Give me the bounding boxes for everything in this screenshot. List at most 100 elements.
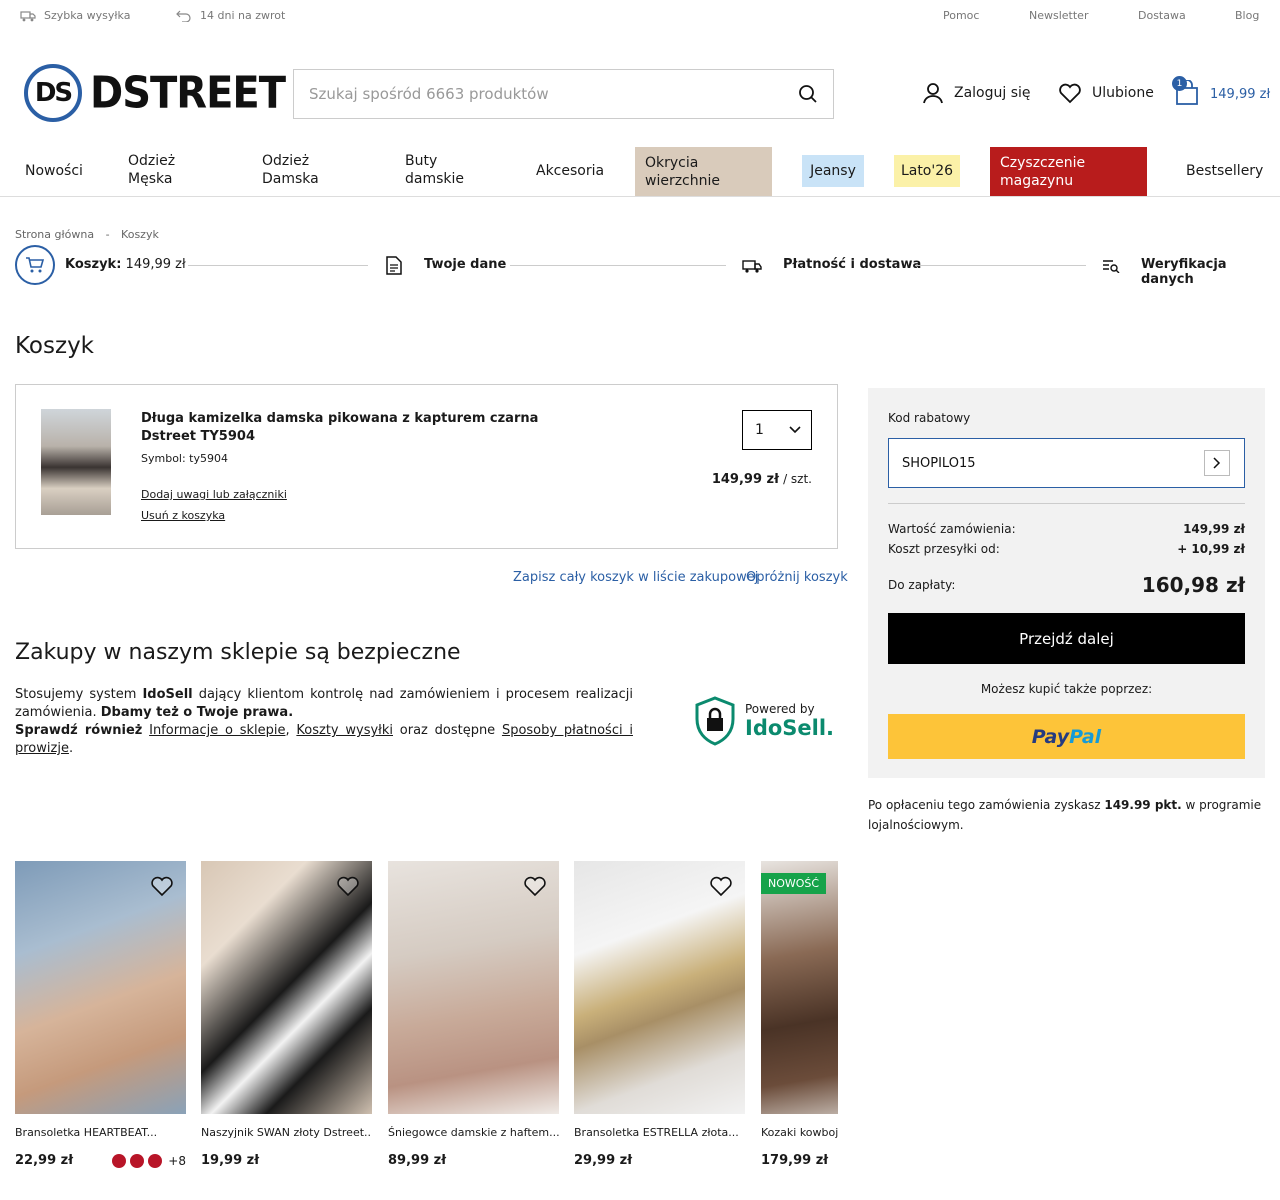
safe-shopping-title: Zakupy w naszym sklepie są bezpieczne	[15, 640, 461, 665]
empty-cart-link[interactable]: Opróżnij koszyk	[746, 570, 848, 585]
product-card[interactable]: NOWOŚĆ Kozaki kowboj 179,99 zł	[761, 861, 838, 1168]
coupon-submit-button[interactable]	[1204, 450, 1230, 476]
paypal-button[interactable]: Pay Pal	[888, 714, 1245, 759]
site-logo[interactable]: DS DSTREET	[24, 64, 286, 122]
order-value: 149,99 zł	[1183, 522, 1245, 536]
cart-count-badge: 1	[1172, 76, 1187, 91]
color-swatch[interactable]	[112, 1153, 127, 1168]
paypal-logo-pay: Pay	[1031, 725, 1070, 748]
summary-divider	[888, 503, 1245, 504]
favorites-link[interactable]: Ulubione	[1058, 82, 1154, 104]
product-card[interactable]: Śniegowce damskie z haftem... 89,99 zł	[388, 861, 559, 1168]
delivery-link[interactable]: Dostawa	[1138, 9, 1186, 22]
nav-women-shoes[interactable]: Buty damskie	[405, 152, 475, 188]
cart-link[interactable]: 1 149,99 zł	[1172, 76, 1270, 106]
login-label: Zaloguj się	[954, 85, 1031, 101]
search-bar	[293, 69, 834, 119]
product-name[interactable]: Naszyjnik SWAN złoty Dstreet...	[201, 1126, 372, 1139]
product-image[interactable]	[574, 861, 745, 1114]
add-note-link[interactable]: Dodaj uwagi lub załączniki	[141, 488, 287, 501]
more-colors-count[interactable]: +8	[168, 1154, 186, 1168]
search-input[interactable]	[294, 70, 783, 118]
product-name[interactable]: Długa kamizelka damska pikowana z kaptur…	[141, 410, 541, 446]
new-badge: NOWOŚĆ	[761, 873, 827, 894]
color-swatch[interactable]	[130, 1153, 145, 1168]
nav-outerwear[interactable]: Okrycia wierzchnie	[635, 147, 772, 196]
returns-info: 14 dni na zwrot	[176, 9, 285, 22]
nav-jeans[interactable]: Jeansy	[802, 155, 864, 187]
product-image[interactable]	[15, 861, 186, 1114]
remove-item-link[interactable]: Usuń z koszyka	[141, 509, 225, 522]
item-price: 149,99 zł / szt.	[712, 472, 812, 487]
shipping-costs-link[interactable]: Koszty wysyłki	[296, 723, 393, 738]
step-cart-value: 149,99 zł	[125, 257, 186, 272]
blog-link[interactable]: Blog	[1235, 9, 1259, 22]
user-icon	[923, 83, 943, 104]
product-image[interactable]: NOWOŚĆ	[761, 861, 838, 1114]
nav-accessories[interactable]: Akcesoria	[536, 162, 604, 180]
nav-bestsellers[interactable]: Bestsellery	[1186, 162, 1263, 180]
cart-total: 149,99 zł	[1210, 86, 1271, 102]
product-price-row: 22,99 zł +8	[15, 1153, 186, 1168]
product-image[interactable]	[201, 861, 372, 1114]
newsletter-link[interactable]: Newsletter	[1029, 9, 1088, 22]
recommended-products: Bransoletka HEARTBEAT... 22,99 zł +8 Nas…	[0, 861, 838, 1191]
page-title: Koszyk	[15, 333, 94, 359]
product-thumbnail[interactable]	[41, 409, 111, 515]
step-cart-label: Koszyk:	[65, 257, 122, 272]
nav-summer[interactable]: Lato'26	[894, 155, 960, 187]
color-swatch[interactable]	[148, 1153, 163, 1168]
product-name[interactable]: Bransoletka ESTRELLA złota...	[574, 1126, 745, 1139]
breadcrumb-separator: -	[105, 228, 110, 241]
order-value-label: Wartość zamówienia:	[888, 522, 1016, 536]
quantity-select[interactable]: 1	[742, 410, 812, 450]
shipping-label: Koszt przesyłki od:	[888, 542, 1000, 556]
logo-wordmark: DSTREET	[90, 67, 286, 119]
coupon-label: Kod rabatowy	[888, 411, 971, 425]
heart-icon[interactable]	[709, 875, 733, 897]
verify-list-icon	[1103, 260, 1120, 273]
idosell-wordmark: IdoSell.	[745, 716, 835, 740]
to-pay-row: Do zapłaty: 160,98 zł	[888, 573, 1245, 597]
product-card[interactable]: Naszyjnik SWAN złoty Dstreet... 19,99 zł	[201, 861, 372, 1168]
product-card[interactable]: Bransoletka ESTRELLA złota... 29,99 zł	[574, 861, 745, 1168]
color-swatches: +8	[112, 1153, 186, 1168]
product-card[interactable]: Bransoletka HEARTBEAT... 22,99 zł +8	[15, 861, 186, 1168]
loyalty-info: Po opłaceniu tego zamówienia zyskasz 149…	[868, 795, 1265, 835]
help-link[interactable]: Pomoc	[943, 9, 979, 22]
quantity-value: 1	[755, 422, 764, 438]
checkout-steps: Koszyk: 149,99 zł Twoje dane Płatność i …	[15, 245, 1265, 287]
nav-clearance[interactable]: Czyszczenie magazynu	[990, 147, 1147, 196]
heart-icon[interactable]	[523, 875, 547, 897]
heart-icon[interactable]	[150, 875, 174, 897]
step-divider	[510, 265, 726, 266]
product-name[interactable]: Śniegowce damskie z haftem...	[388, 1126, 559, 1139]
favorites-label: Ulubione	[1092, 85, 1154, 101]
shop-info-link[interactable]: Informacje o sklepie	[149, 723, 285, 738]
nav-women[interactable]: Odzież Damska	[262, 152, 332, 188]
safe-text-3: oraz dostępne	[399, 723, 496, 738]
nav-men[interactable]: Odzież Męska	[128, 152, 198, 188]
alt-payment-label: Możesz kupić także poprzez:	[980, 682, 1153, 696]
step-divider	[188, 265, 368, 266]
nav-new[interactable]: Nowości	[25, 162, 83, 180]
step-payment: Płatność i dostawa	[783, 257, 922, 272]
breadcrumb-home[interactable]: Strona główna	[15, 228, 94, 241]
order-value-row: Wartość zamówienia: 149,99 zł	[888, 522, 1245, 536]
save-cart-link[interactable]: Zapisz cały koszyk w liście zakupowej	[513, 570, 758, 585]
document-icon	[386, 256, 402, 275]
cart-icon-wrap: 1	[1172, 76, 1200, 106]
product-name[interactable]: Bransoletka HEARTBEAT...	[15, 1126, 186, 1139]
search-button[interactable]	[783, 84, 833, 104]
login-link[interactable]: Zaloguj się	[922, 82, 1031, 104]
heart-icon	[1059, 83, 1081, 104]
powered-by-label: Powered by	[745, 702, 815, 716]
product-name[interactable]: Kozaki kowboj	[761, 1126, 838, 1139]
coupon-input[interactable]	[889, 455, 1204, 471]
chevron-down-icon	[789, 426, 801, 434]
heart-icon[interactable]	[336, 875, 360, 897]
shipping-row: Koszt przesyłki od: + 10,99 zł	[888, 542, 1245, 556]
shipping-costs-link-text: Koszty wysyłki	[296, 723, 393, 738]
product-image[interactable]	[388, 861, 559, 1114]
proceed-button[interactable]: Przejdź dalej	[888, 613, 1245, 664]
